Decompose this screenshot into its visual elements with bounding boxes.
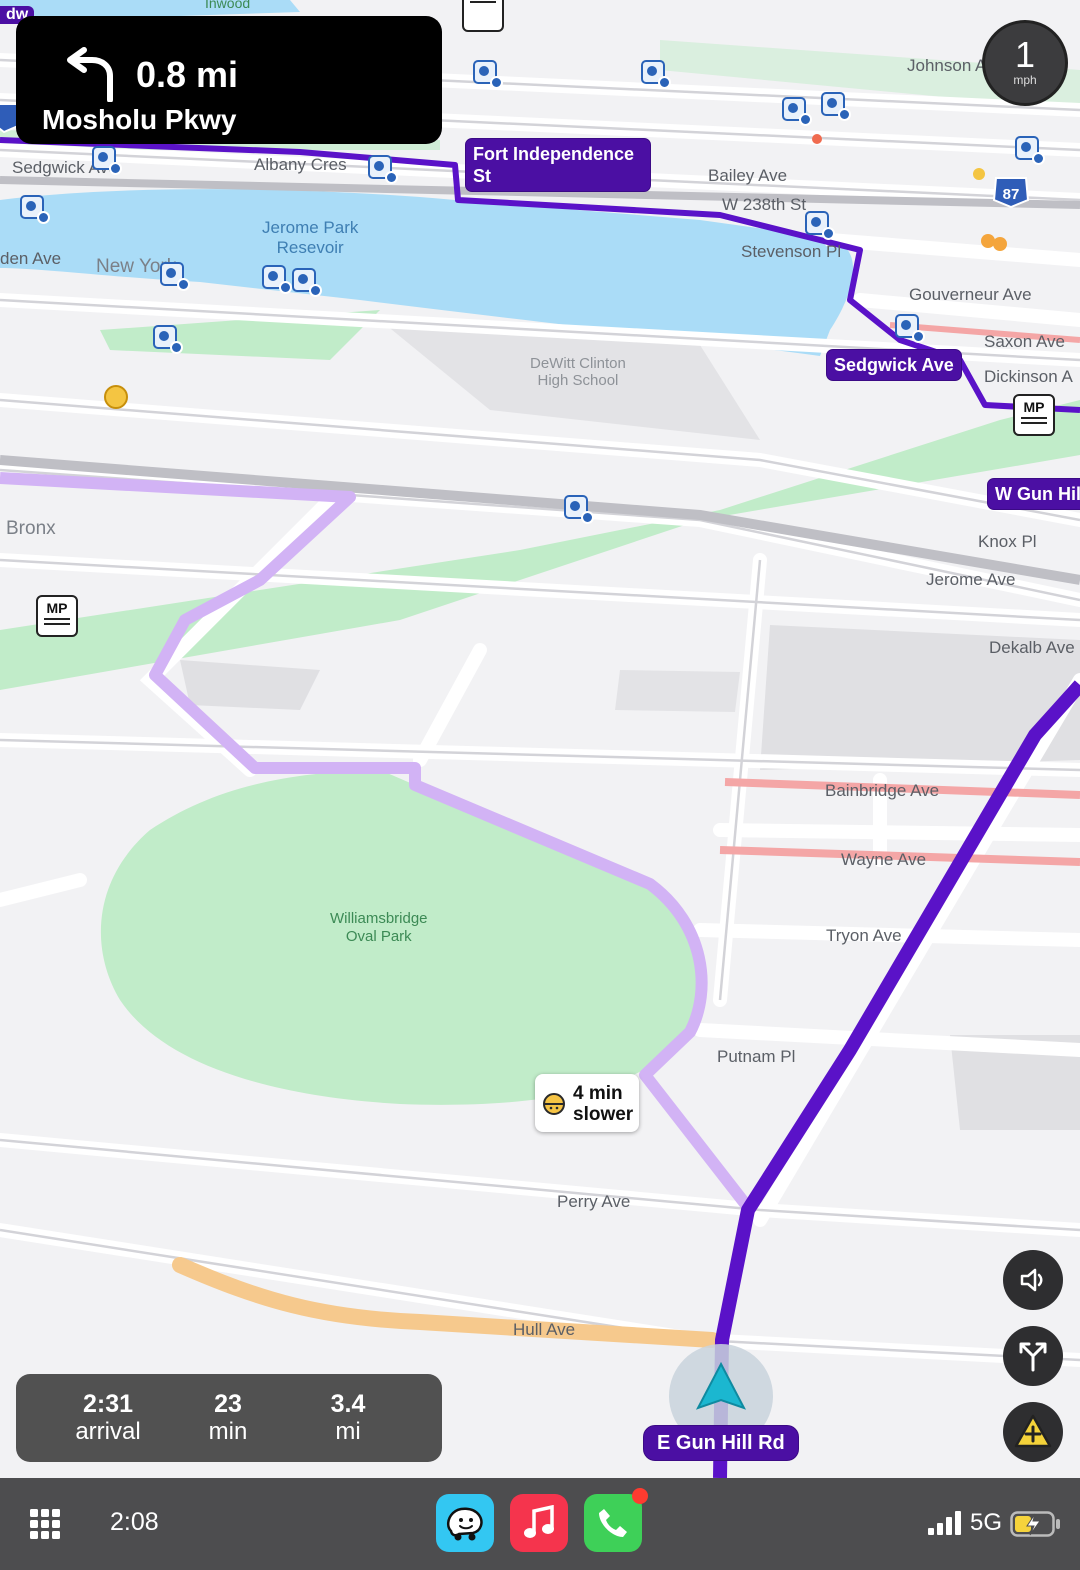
police-icon-2 — [993, 237, 1007, 251]
turn-left-arrow-icon — [67, 47, 113, 102]
arrival-time: 2:31 — [82, 1390, 134, 1418]
speed-camera-icon[interactable] — [821, 92, 851, 121]
route-fork-icon — [1019, 1342, 1047, 1372]
battery-charging-icon — [1010, 1511, 1060, 1537]
speed-value: 1 — [1014, 34, 1036, 75]
place-label-dewitt: DeWitt Clinton High School — [530, 355, 626, 389]
speed-camera-icon[interactable] — [262, 265, 292, 294]
signal-bars-icon — [928, 1511, 961, 1535]
park-label-williamsbridge: Williamsbridge Oval Park — [330, 910, 428, 945]
speed-camera-icon[interactable] — [473, 60, 503, 89]
speed-camera-icon[interactable] — [92, 146, 122, 175]
construction-icon — [104, 385, 128, 409]
speed-camera-icon[interactable] — [153, 325, 183, 354]
phone-handset-icon — [599, 1509, 627, 1537]
app-grid-icon[interactable] — [28, 1507, 62, 1541]
street-label-putnam: Putnam Pl — [717, 1047, 796, 1066]
tip-line-2: slower — [573, 1104, 634, 1125]
speed-camera-icon[interactable] — [20, 195, 50, 224]
svg-text:87: 87 — [1003, 186, 1020, 203]
accident-icon — [812, 134, 822, 144]
street-label-den: den Ave — [0, 249, 62, 268]
alternate-routes-button[interactable] — [1003, 1326, 1063, 1386]
mp-badge-icon[interactable]: MP — [36, 595, 78, 637]
street-label-dickinson: Dickinson A — [984, 367, 1073, 386]
music-note-icon — [524, 1505, 554, 1538]
notification-badge — [632, 1488, 648, 1504]
speed-camera-icon[interactable] — [368, 155, 398, 184]
tip-line-1: 4 min — [573, 1083, 623, 1104]
speed-camera-icon[interactable] — [160, 262, 190, 291]
street-label-perry: Perry Ave — [557, 1192, 631, 1211]
street-label-albany: Albany Cres — [254, 155, 347, 174]
phone-app-icon[interactable] — [584, 1488, 648, 1552]
trip-duration: 23 — [214, 1390, 242, 1418]
report-button[interactable] — [1003, 1402, 1063, 1462]
speed-unit: mph — [1013, 73, 1037, 87]
street-label-hull: Hull Ave — [513, 1320, 576, 1339]
turn-instruction-card[interactable]: 0.8 mi Mosholu Pkwy — [16, 16, 442, 144]
street-label-bailey: Bailey Ave — [708, 166, 788, 185]
speed-camera-icon[interactable] — [805, 211, 835, 240]
carplay-dock: 2:08 5G — [0, 1478, 1080, 1570]
street-label-tryon: Tryon Ave — [826, 926, 902, 945]
sound-button[interactable] — [1003, 1250, 1063, 1310]
speaker-icon — [1020, 1268, 1043, 1292]
street-label-knox: Knox Pl — [978, 532, 1037, 551]
street-label-wayne: Wayne Ave — [841, 850, 927, 869]
construction-helmet-icon — [543, 1093, 565, 1115]
street-label-w238: W 238th St — [722, 195, 807, 214]
street-label-stevenson: Stevenson Pl — [741, 242, 842, 261]
mp-badge-icon[interactable] — [462, 0, 504, 32]
turn-street-name: Mosholu Pkwy — [42, 104, 237, 135]
street-label-saxon: Saxon Ave — [984, 332, 1065, 351]
speed-camera-icon[interactable] — [1015, 136, 1045, 165]
route-label-sedgwick[interactable]: Sedgwick Ave — [826, 349, 962, 381]
network-type: 5G — [970, 1509, 1003, 1536]
duration-label: min — [208, 1418, 248, 1445]
trip-summary[interactable]: 2:31 arrival 23 min 3.4 mi — [16, 1374, 442, 1462]
distance-label: mi — [335, 1418, 361, 1445]
speed-camera-icon[interactable] — [782, 97, 812, 126]
area-label-inwood: Inwood — [205, 0, 251, 11]
police-icon — [981, 234, 995, 248]
speedometer[interactable]: 1 mph — [982, 20, 1068, 106]
route-label-w-gun-hill[interactable]: W Gun Hil — [987, 478, 1080, 510]
area-label-bronx: Bronx — [6, 518, 56, 539]
dock-clock: 2:08 — [110, 1508, 159, 1536]
report-hazard-icon — [1014, 1414, 1052, 1448]
interstate-87-shield: 87 — [992, 177, 1030, 209]
speed-camera-icon[interactable] — [895, 314, 925, 343]
waze-app-icon[interactable] — [436, 1494, 494, 1552]
street-label-bainbridge: Bainbridge Ave — [825, 781, 940, 800]
music-app-icon[interactable] — [510, 1494, 568, 1552]
water-label-jerome-park: Jerome Park Resevoir — [262, 218, 359, 257]
turn-distance: 0.8 mi — [136, 54, 239, 95]
mp-badge-icon[interactable]: MP — [1013, 394, 1055, 436]
speed-camera-icon[interactable] — [641, 60, 671, 89]
hazard-icon — [973, 168, 985, 180]
alternate-route-tip[interactable]: 4 min slower — [535, 1074, 639, 1132]
street-label-gouverneur: Gouverneur Ave — [909, 285, 1032, 304]
trip-distance: 3.4 — [330, 1390, 366, 1418]
street-label-jerome: Jerome Ave — [926, 570, 1016, 589]
current-road-label: E Gun Hill Rd — [643, 1425, 799, 1461]
speed-camera-icon[interactable] — [292, 268, 322, 297]
street-label-dekalb: Dekalb Ave — [989, 638, 1075, 657]
arrival-label: arrival — [75, 1418, 141, 1445]
map-view[interactable]: 87 — [0, 0, 1080, 1478]
speed-camera-icon[interactable] — [564, 495, 594, 524]
waze-logo-icon — [447, 1507, 483, 1541]
route-label-fort-independence[interactable]: Fort Independence St — [465, 138, 651, 192]
